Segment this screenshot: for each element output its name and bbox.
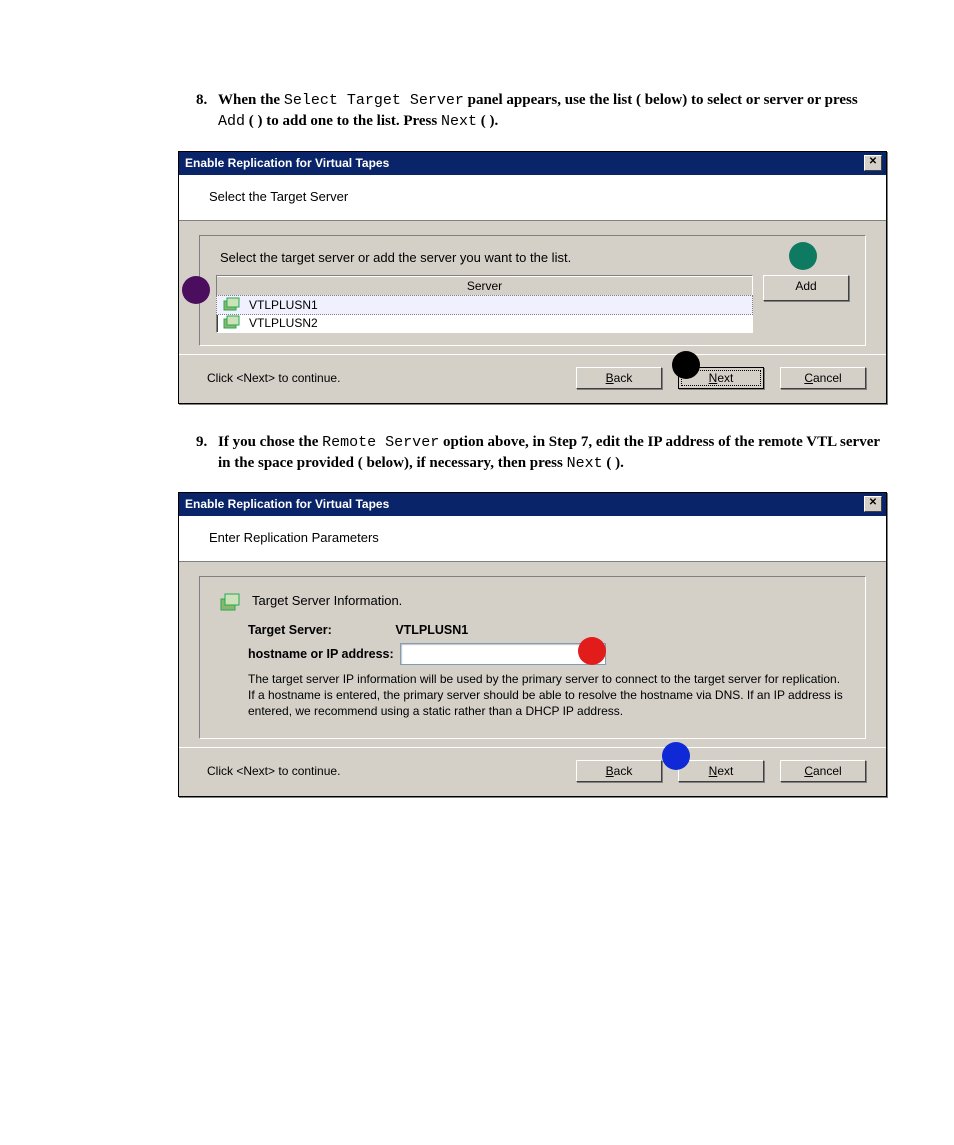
step-8: 8. When the Select Target Server panel a… xyxy=(218,90,884,133)
step-9-code-remote: Remote Server xyxy=(322,434,439,451)
step-9-text-a: If you chose the xyxy=(218,434,322,450)
step-9-number: 9. xyxy=(196,432,207,452)
dialog-title: Enable Replication for Virtual Tapes xyxy=(185,156,389,170)
add-button[interactable]: Add xyxy=(763,275,849,301)
server-row-1[interactable]: VTLPLUSN1 xyxy=(216,295,753,315)
titlebar: Enable Replication for Virtual Tapes ✕ xyxy=(179,493,886,516)
dialog-body: Target Server Information. Target Server… xyxy=(179,562,886,747)
server-name: VTLPLUSN2 xyxy=(249,316,318,330)
server-list[interactable]: Server VTLPLUSN1 VTLPLUSN2 xyxy=(216,275,753,333)
back-button[interactable]: Back xyxy=(576,760,662,782)
marker-purple xyxy=(182,276,210,304)
server-column-header: Server xyxy=(217,276,752,296)
target-server-value: VTLPLUSN1 xyxy=(395,623,468,637)
page: 8. When the Select Target Server panel a… xyxy=(0,0,954,797)
step-9-code-next: Next xyxy=(567,455,603,472)
step-8-code-next: Next xyxy=(441,113,477,130)
step-8-number: 8. xyxy=(196,90,207,110)
ip-label: hostname or IP address: xyxy=(248,647,394,661)
server-name: VTLPLUSN1 xyxy=(249,298,318,312)
select-panel: Select the target server or add the serv… xyxy=(199,235,866,346)
server-icon xyxy=(220,593,242,613)
step-8-code-add: Add xyxy=(218,113,245,130)
dialog-footer: Click <Next> to continue. Back Next Canc… xyxy=(179,747,886,796)
step-8-text-a: When the xyxy=(218,92,284,108)
close-button[interactable]: ✕ xyxy=(864,155,882,171)
dialog-title: Enable Replication for Virtual Tapes xyxy=(185,497,389,511)
marker-black xyxy=(672,351,700,379)
instruction-text: Select the target server or add the serv… xyxy=(220,250,849,265)
dialog-select-target-server: Enable Replication for Virtual Tapes ✕ S… xyxy=(178,151,887,404)
next-button[interactable]: Next xyxy=(678,760,764,782)
section-heading: Target Server Information. xyxy=(252,593,402,608)
step-9-text-c: ( ). xyxy=(603,455,624,471)
close-button[interactable]: ✕ xyxy=(864,496,882,512)
step-9: 9. If you chose the Remote Server option… xyxy=(218,432,884,475)
target-server-label: Target Server: xyxy=(248,623,332,637)
dialog-subheader: Enter Replication Parameters xyxy=(179,516,886,562)
step-8-code-select: Select Target Server xyxy=(284,92,464,109)
marker-red xyxy=(578,637,606,665)
marker-blue xyxy=(662,742,690,770)
ip-address-input[interactable] xyxy=(400,643,606,665)
server-icon xyxy=(223,315,241,331)
dialog-body: Select the target server or add the serv… xyxy=(179,221,886,354)
step-8-text-c: ( ) to add one to the list. Press xyxy=(245,113,441,129)
footer-hint: Click <Next> to continue. xyxy=(207,764,576,778)
step-8-text-d: ( ). xyxy=(477,113,498,129)
footer-hint: Click <Next> to continue. xyxy=(207,371,576,385)
cancel-button[interactable]: Cancel xyxy=(780,367,866,389)
dialog-subheader: Select the Target Server xyxy=(179,175,886,221)
server-row-2[interactable]: VTLPLUSN2 xyxy=(217,314,752,332)
titlebar: Enable Replication for Virtual Tapes ✕ xyxy=(179,152,886,175)
dialog-footer: Click <Next> to continue. Back Next Canc… xyxy=(179,354,886,403)
cancel-button[interactable]: Cancel xyxy=(780,760,866,782)
marker-teal xyxy=(789,242,817,270)
ip-description: The target server IP information will be… xyxy=(248,671,845,720)
dialog-replication-parameters: Enable Replication for Virtual Tapes ✕ E… xyxy=(178,492,887,797)
params-panel: Target Server Information. Target Server… xyxy=(199,576,866,739)
step-8-text-b: panel appears, use the list ( below) to … xyxy=(464,92,858,108)
back-button[interactable]: Back xyxy=(576,367,662,389)
server-icon xyxy=(223,297,241,313)
